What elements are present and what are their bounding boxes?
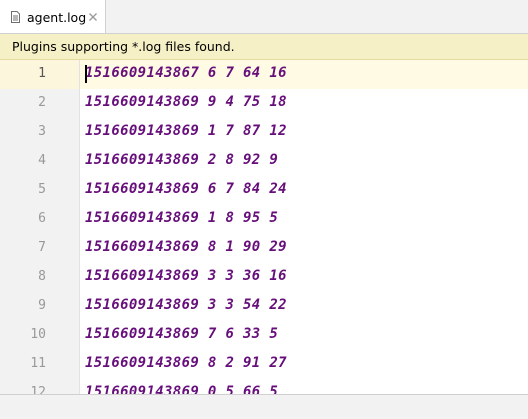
editor-line[interactable]: 5 1516609143869 6 7 84 24 <box>0 176 528 205</box>
text-caret <box>85 65 87 83</box>
line-number: 6 <box>38 211 46 226</box>
editor-line[interactable]: 4 1516609143869 2 8 92 9 <box>0 147 528 176</box>
line-number: 1 <box>38 66 46 81</box>
line-number: 11 <box>30 356 46 371</box>
line-text: 1516609143869 6 7 84 24 <box>85 181 287 197</box>
line-number: 7 <box>38 240 46 255</box>
line-text: 1516609143869 2 8 92 9 <box>85 152 279 168</box>
line-number: 12 <box>30 385 46 394</box>
line-number: 2 <box>38 95 46 110</box>
editor-line[interactable]: 7 1516609143869 8 1 90 29 <box>0 234 528 263</box>
line-text: 1516609143869 0 5 66 5 <box>85 384 279 394</box>
line-number: 3 <box>38 124 46 139</box>
close-icon[interactable] <box>88 12 98 22</box>
tab-agent-log[interactable]: agent.log <box>0 0 106 33</box>
tab-title: agent.log <box>27 10 87 25</box>
editor-line[interactable]: 12 1516609143869 0 5 66 5 <box>0 379 528 394</box>
line-text: 1516609143869 8 1 90 29 <box>85 239 287 255</box>
line-text: 1516609143867 6 7 64 16 <box>85 65 287 81</box>
line-number: 9 <box>38 298 46 313</box>
text-file-icon <box>11 11 20 23</box>
editor-line[interactable]: 6 1516609143869 1 8 95 5 <box>0 205 528 234</box>
code-editor[interactable]: 1 1516609143867 6 7 64 16 2 151660914386… <box>0 60 528 394</box>
editor-line[interactable]: 8 1516609143869 3 3 36 16 <box>0 263 528 292</box>
line-number: 10 <box>30 327 46 342</box>
line-number: 4 <box>38 153 46 168</box>
line-number: 5 <box>38 182 46 197</box>
line-text: 1516609143869 3 3 36 16 <box>85 268 287 284</box>
line-text: 1516609143869 8 2 91 27 <box>85 355 287 371</box>
line-number: 8 <box>38 269 46 284</box>
bottom-panel-bar <box>0 394 528 419</box>
line-text: 1516609143869 3 3 54 22 <box>85 297 287 313</box>
editor-line[interactable]: 1 1516609143867 6 7 64 16 <box>0 60 528 89</box>
banner-message: Plugins supporting *.log files found. <box>12 39 235 54</box>
line-text: 1516609143869 1 7 87 12 <box>85 123 287 139</box>
line-text: 1516609143869 7 6 33 5 <box>85 326 279 342</box>
line-text: 1516609143869 1 8 95 5 <box>85 210 279 226</box>
line-text: 1516609143869 9 4 75 18 <box>85 94 287 110</box>
editor-line[interactable]: 9 1516609143869 3 3 54 22 <box>0 292 528 321</box>
editor-tab-bar: agent.log <box>0 0 528 34</box>
editor-line[interactable]: 11 1516609143869 8 2 91 27 <box>0 350 528 379</box>
editor-line[interactable]: 3 1516609143869 1 7 87 12 <box>0 118 528 147</box>
editor-line[interactable]: 10 1516609143869 7 6 33 5 <box>0 321 528 350</box>
plugin-suggestion-banner: Plugins supporting *.log files found. <box>0 34 528 60</box>
editor-line[interactable]: 2 1516609143869 9 4 75 18 <box>0 89 528 118</box>
